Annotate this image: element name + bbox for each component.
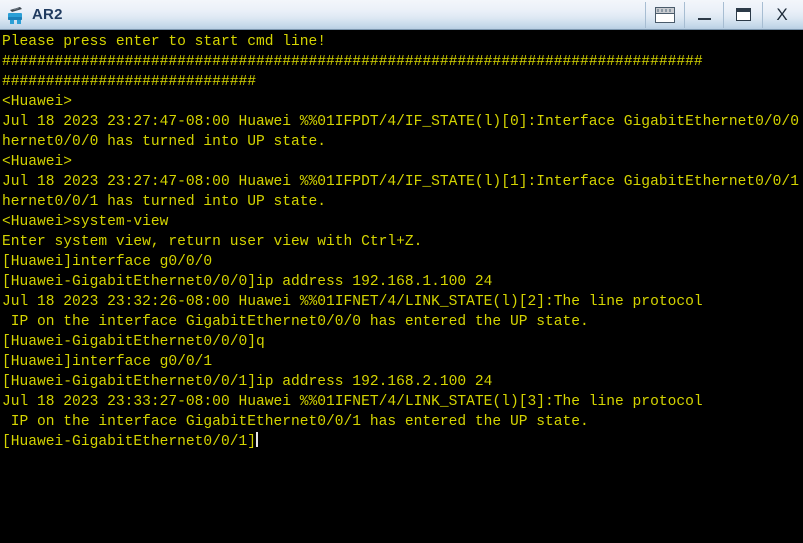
terminal-line-text: Jul 18 2023 23:32:26-08:00 Huawei %%01IF…	[2, 294, 703, 310]
terminal-line-text: Jul 18 2023 23:33:27-08:00 Huawei %%01IF…	[2, 394, 703, 410]
terminal-line: ########################################…	[2, 52, 803, 72]
terminal-line: Jul 18 2023 23:27:47-08:00 Huawei %%01IF…	[2, 112, 803, 132]
router-device-icon	[5, 4, 27, 26]
terminal-line-text: Jul 18 2023 23:27:47-08:00 Huawei %%01IF…	[2, 174, 799, 190]
close-button[interactable]: X	[762, 1, 801, 28]
terminal-line-text: [Huawei-GigabitEthernet0/0/1]ip address …	[2, 374, 493, 390]
terminal-line: hernet0/0/1 has turned into UP state.	[2, 192, 803, 212]
terminal-line: [Huawei]interface g0/0/1	[2, 352, 803, 372]
terminal-line-text: Please press enter to start cmd line!	[2, 34, 327, 50]
window-controls: X	[645, 1, 801, 29]
terminal-line-text: IP on the interface GigabitEthernet0/0/1…	[2, 414, 589, 430]
terminal-line: IP on the interface GigabitEthernet0/0/0…	[2, 312, 803, 332]
minimize-icon	[697, 17, 711, 20]
terminal-line: Jul 18 2023 23:27:47-08:00 Huawei %%01IF…	[2, 172, 803, 192]
terminal-line: #############################	[2, 72, 803, 92]
terminal-console[interactable]: Please press enter to start cmd line! ###…	[0, 30, 803, 543]
title-bar-left-group: AR2	[0, 4, 63, 26]
terminal-line-text: #############################	[2, 74, 256, 90]
terminal-line-text: <Huawei>	[2, 154, 73, 170]
terminal-line: [Huawei-GigabitEthernet0/0/1]	[2, 432, 803, 452]
terminal-line-text: [Huawei]interface g0/0/0	[2, 254, 213, 270]
terminal-line: [Huawei-GigabitEthernet0/0/1]ip address …	[2, 372, 803, 392]
terminal-line: Please press enter to start cmd line!	[2, 32, 803, 52]
title-bar[interactable]: AR2 X	[0, 0, 803, 30]
terminal-line-text: hernet0/0/1 has turned into UP state.	[2, 194, 327, 210]
terminal-line: <Huawei>	[2, 152, 803, 172]
terminal-line-text: <Huawei>system-view	[2, 214, 169, 230]
restore-button[interactable]	[645, 1, 684, 28]
terminal-line-text: hernet0/0/0 has turned into UP state.	[2, 134, 327, 150]
maximize-button[interactable]	[723, 1, 762, 28]
terminal-line: [Huawei]interface g0/0/0	[2, 252, 803, 272]
terminal-output: Please press enter to start cmd line! ###…	[2, 32, 803, 452]
terminal-line-text: [Huawei-GigabitEthernet0/0/0]q	[2, 334, 265, 350]
application-window: AR2 X Please press enter to start cmd li…	[0, 0, 803, 543]
terminal-line-text: <Huawei>	[2, 94, 73, 110]
terminal-line-text: ########################################…	[2, 54, 703, 70]
terminal-line-text: IP on the interface GigabitEthernet0/0/0…	[2, 314, 589, 330]
terminal-line: hernet0/0/0 has turned into UP state.	[2, 132, 803, 152]
terminal-line: Jul 18 2023 23:32:26-08:00 Huawei %%01IF…	[2, 292, 803, 312]
terminal-line: Enter system view, return user view with…	[2, 232, 803, 252]
terminal-line-text: [Huawei-GigabitEthernet0/0/1]	[2, 434, 256, 450]
window-title: AR2	[32, 5, 63, 23]
terminal-line: Jul 18 2023 23:33:27-08:00 Huawei %%01IF…	[2, 392, 803, 412]
maximize-icon	[735, 8, 751, 21]
terminal-line: [Huawei-GigabitEthernet0/0/0]ip address …	[2, 272, 803, 292]
terminal-line-text: [Huawei]interface g0/0/1	[2, 354, 213, 370]
terminal-line: <Huawei>system-view	[2, 212, 803, 232]
terminal-line: IP on the interface GigabitEthernet0/0/1…	[2, 412, 803, 432]
terminal-line-text: Jul 18 2023 23:27:47-08:00 Huawei %%01IF…	[2, 114, 799, 130]
terminal-line-text: [Huawei-GigabitEthernet0/0/0]ip address …	[2, 274, 493, 290]
terminal-line: [Huawei-GigabitEthernet0/0/0]q	[2, 332, 803, 352]
terminal-line: <Huawei>	[2, 92, 803, 112]
terminal-line-text: Enter system view, return user view with…	[2, 234, 423, 250]
minimize-button[interactable]	[684, 1, 723, 28]
close-icon: X	[776, 5, 788, 24]
text-cursor	[255, 432, 258, 447]
restore-icon	[655, 6, 675, 23]
